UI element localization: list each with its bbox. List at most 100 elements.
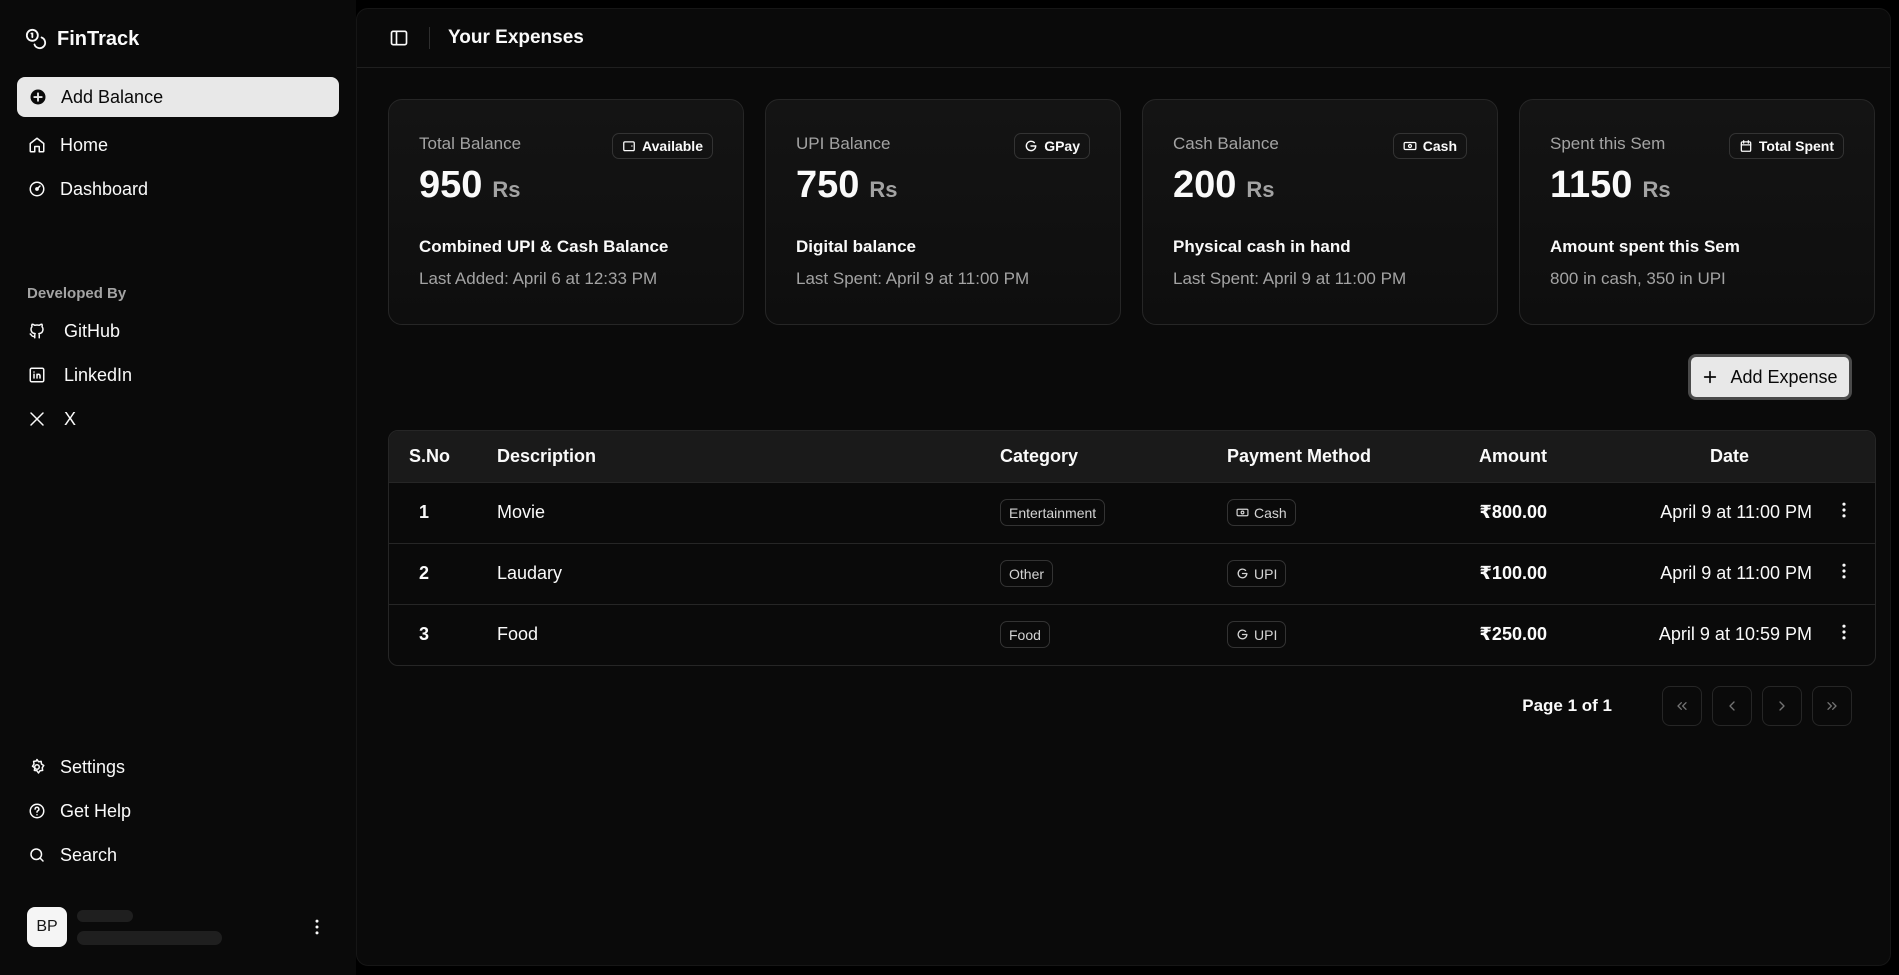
card-unit: Rs [492,177,521,202]
plus-circle-icon [29,88,47,106]
next-page-button[interactable] [1762,686,1802,726]
column-header-sno[interactable]: S.No [389,431,497,482]
first-page-button[interactable] [1662,686,1702,726]
category-badge: Other [1000,560,1054,587]
card-amount: 200 [1173,164,1237,206]
help-icon [28,802,46,820]
cell-amount: ₹250.00 [1479,624,1547,645]
cell-date: April 9 at 11:00 PM [1660,502,1812,522]
payment-label: UPI [1254,565,1278,582]
cell-sno: 2 [419,563,430,583]
last-page-button[interactable] [1812,686,1852,726]
wallet-icon [622,139,636,153]
nav-search-label: Search [60,844,118,865]
nav-search[interactable]: Search [17,833,339,877]
cell-sno: 3 [419,624,430,645]
page-title: Your Expenses [448,27,584,48]
nav-get-help[interactable]: Get Help [17,789,339,833]
column-header-category[interactable]: Category [1000,431,1227,482]
main-panel: Your Expenses Total Balance Available 95… [356,8,1891,966]
add-expense-button[interactable]: Add Expense [1688,354,1852,400]
brand-name: FinTrack [57,27,140,50]
category-badge: Food [1000,621,1050,649]
table-header-row: S.No Description Category Payment Method… [389,431,1875,482]
nav-home-label: Home [60,134,109,155]
banknote-icon [1403,139,1417,153]
coins-icon [25,28,47,50]
cell-amount: ₹800.00 [1479,502,1547,522]
card-unit: Rs [1246,177,1275,202]
card-cash-balance: Cash Balance Cash 200 Rs Physical cash i… [1142,99,1498,325]
plus-icon [1702,369,1718,385]
user-profile[interactable]: BP [27,907,327,947]
prev-page-button[interactable] [1712,686,1752,726]
cell-description: Movie [497,502,546,522]
card-badge-label: GPay [1044,138,1080,154]
expenses-table: S.No Description Category Payment Method… [388,430,1876,666]
card-note: Last Spent: April 9 at 11:00 PM [1173,269,1407,288]
card-badge: Available [612,133,713,159]
column-header-description[interactable]: Description [497,431,1000,482]
card-amount: 750 [796,164,860,206]
card-note: Last Spent: April 9 at 11:00 PM [796,269,1030,288]
chevrons-right-icon [1824,698,1840,714]
page-indicator: Page 1 of 1 [1522,696,1612,715]
table-row[interactable]: 1 Movie Entertainment Cash ₹800.00 April… [389,482,1875,543]
nav-settings[interactable]: Settings [17,745,339,789]
card-note: 800 in cash, 350 in UPI [1550,269,1726,288]
card-badge-label: Available [642,138,703,154]
x-icon [28,410,46,428]
github-icon [28,322,46,340]
nav-linkedin-label: LinkedIn [64,364,133,385]
google-icon [1236,567,1249,580]
brand[interactable]: FinTrack [17,19,339,59]
column-header-date[interactable]: Date [1547,431,1812,482]
nav-home[interactable]: Home [17,123,339,167]
avatar: BP [27,907,67,947]
banknote-icon [1236,506,1249,519]
topbar: Your Expenses [357,9,1890,68]
card-badge: Total Spent [1728,133,1844,159]
nav-x[interactable]: X [17,397,339,441]
card-upi-balance: UPI Balance GPay 750 Rs Digital balance … [765,99,1121,325]
card-amount: 950 [419,164,483,206]
sidebar-bottom-nav: Settings Get Help Search [17,745,339,877]
table-row[interactable]: 2 Laudary Other UPI ₹100.00 April 9 at 1… [389,543,1875,604]
column-header-payment-method[interactable]: Payment Method [1227,431,1427,482]
chevron-right-icon [1774,698,1790,714]
pagination: Page 1 of 1 [1522,686,1852,726]
card-badge-label: Cash [1422,138,1457,154]
add-balance-label: Add Balance [61,86,164,107]
card-note: Last Added: April 6 at 12:33 PM [419,269,658,288]
nav-linkedin[interactable]: LinkedIn [17,353,339,397]
sidebar-toggle-icon[interactable] [389,28,409,48]
cell-payment: Cash [1227,482,1427,543]
nav-dashboard[interactable]: Dashboard [17,167,339,211]
chevron-left-icon [1724,698,1740,714]
cell-amount: ₹100.00 [1479,563,1547,583]
add-balance-button[interactable]: Add Balance [17,77,339,117]
more-vertical-icon[interactable] [1834,561,1854,581]
nav-github[interactable]: GitHub [17,309,339,353]
more-vertical-icon[interactable] [1834,500,1854,520]
card-unit: Rs [869,177,898,202]
home-icon [28,136,46,154]
nav-x-label: X [64,408,77,429]
card-value: 1150 Rs [1550,164,1844,207]
cell-category: Food [1000,604,1227,665]
payment-badge: UPI [1227,621,1287,649]
calendar-icon [1739,139,1753,153]
more-vertical-icon[interactable] [1834,622,1854,642]
nav-dashboard-label: Dashboard [60,178,149,199]
cell-category: Entertainment [1000,482,1227,543]
more-vertical-icon[interactable] [307,917,327,937]
linkedin-icon [28,366,46,384]
user-name-redacted [77,909,133,922]
nav-github-label: GitHub [64,320,121,341]
column-header-amount[interactable]: Amount [1427,431,1547,482]
table-row[interactable]: 3 Food Food UPI ₹250.00 April 9 at 10:59… [389,604,1875,665]
sidebar: FinTrack Add Balance Home Dashboard Deve… [0,0,356,975]
category-badge: Entertainment [1000,499,1106,526]
cell-payment: UPI [1227,604,1427,665]
card-badge: Cash [1392,133,1467,159]
